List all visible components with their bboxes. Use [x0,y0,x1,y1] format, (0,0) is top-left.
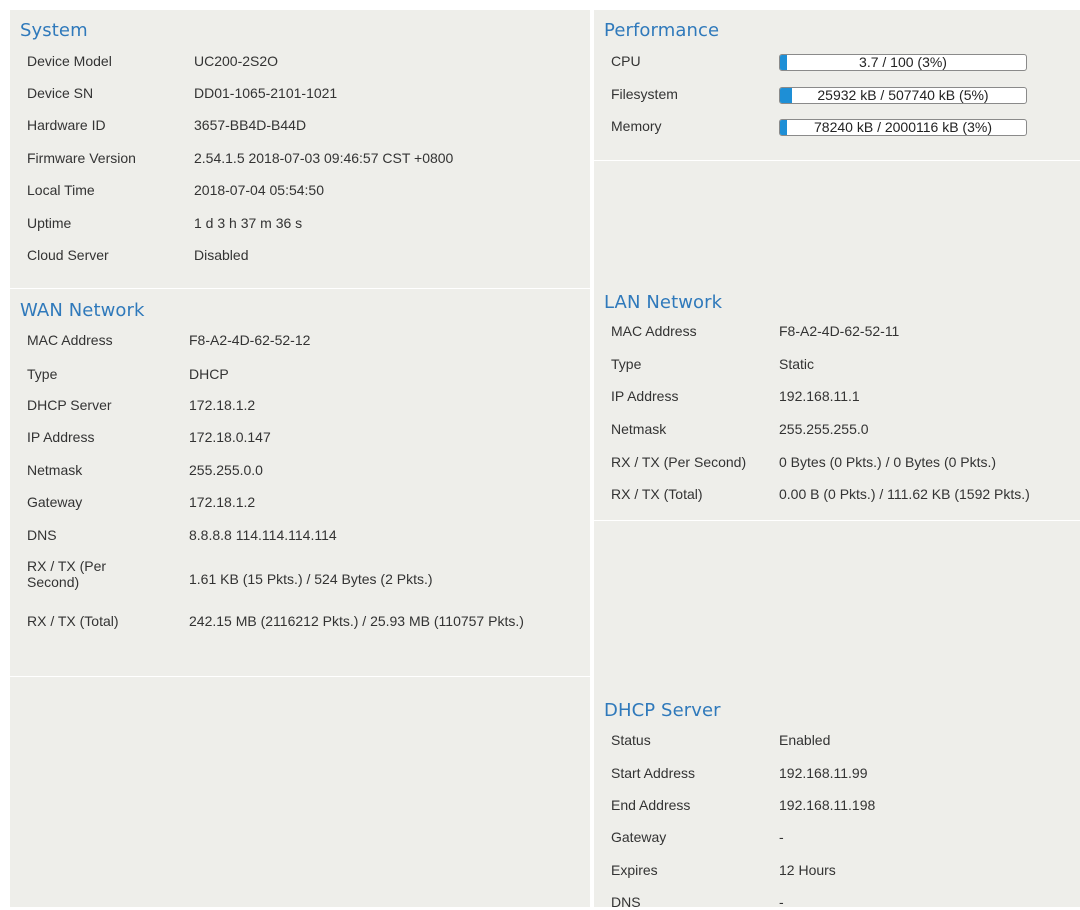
dhcp-server-title: DHCP Server [604,700,721,721]
wan-row-value: 8.8.8.8 114.114.114.114 [189,527,337,543]
lan-row-value: 255.255.255.0 [779,421,869,437]
usage-progress-text: 25932 kB / 507740 kB (5%) [817,87,989,103]
section-divider [594,520,1080,521]
lan-row-value: 0 Bytes (0 Pkts.) / 0 Bytes (0 Pkts.) [779,454,997,470]
dhcp-row-value: Enabled [779,732,831,748]
system-row-value: 1 d 3 h 37 m 36 s [194,215,303,231]
usage-progress-bar: 3.7 / 100 (3%) [779,54,1027,71]
lan-row-value: 192.168.11.1 [779,388,860,404]
system-row-value: Disabled [194,247,249,263]
usage-progress-bar: 78240 kB / 2000116 kB (3%) [779,119,1027,136]
usage-progress-text: 78240 kB / 2000116 kB (3%) [814,119,992,135]
dhcp-row-value: 192.168.11.198 [779,797,876,813]
wan-row-label: RX / TX (Per Second) [27,558,107,590]
dhcp-row-value: 192.168.11.99 [779,765,868,781]
lan-network-title: LAN Network [604,292,723,313]
system-row-value: 2018-07-04 05:54:50 [194,182,324,198]
lan-row-value: Static [779,356,815,372]
dhcp-row-value: 12 Hours [779,862,836,878]
system-title: System [20,20,88,41]
usage-progress-text: 3.7 / 100 (3%) [859,54,947,70]
wan-network-title: WAN Network [20,300,145,321]
section-divider [10,288,590,289]
wan-row-value: 242.15 MB (2116212 Pkts.) / 25.93 MB (11… [189,613,524,629]
usage-progress-bar: 25932 kB / 507740 kB (5%) [779,87,1027,104]
performance-title: Performance [604,20,720,41]
section-divider [10,676,590,677]
dhcp-row-value: - [779,894,784,910]
system-row-value: 2.54.1.5 2018-07-03 09:46:57 CST +0800 [194,150,454,166]
lan-row-value: F8-A2-4D-62-52-11 [779,323,900,339]
lan-row-value: 0.00 B (0 Pkts.) / 111.62 KB (1592 Pkts.… [779,486,1030,502]
left-column-panel [10,10,590,907]
dhcp-row-value: - [779,829,784,845]
wan-row-value: 1.61 KB (15 Pkts.) / 524 Bytes (2 Pkts.) [189,571,433,587]
